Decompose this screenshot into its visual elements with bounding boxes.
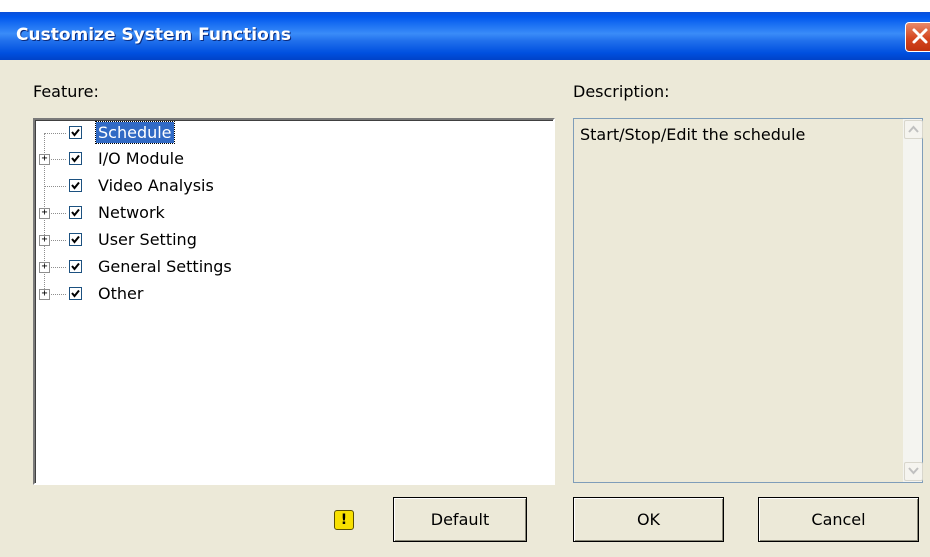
tree-item-label: User Setting — [98, 230, 197, 249]
scroll-down-button[interactable] — [904, 462, 923, 481]
ok-button[interactable]: OK — [573, 497, 724, 542]
chevron-up-icon — [908, 125, 919, 133]
plus-icon: + — [41, 234, 48, 245]
warning-icon: ! — [334, 510, 354, 530]
checkmark-icon — [71, 235, 80, 244]
checkmark-icon — [71, 289, 80, 298]
tree-item-label: Network — [98, 203, 165, 222]
tree-item-schedule[interactable]: Schedule — [35, 120, 553, 146]
schedule-checkbox[interactable] — [69, 126, 82, 139]
scroll-up-button[interactable] — [904, 120, 923, 139]
tree-item-network[interactable]: + Network — [35, 200, 553, 226]
checkmark-icon — [71, 181, 80, 190]
customize-dialog: Customize System Functions Feature: Desc… — [0, 12, 930, 557]
checkmark-icon — [71, 208, 80, 217]
io-module-checkbox[interactable] — [69, 152, 82, 165]
window-title: Customize System Functions — [16, 25, 292, 45]
tree-item-general-settings[interactable]: + General Settings — [35, 254, 553, 280]
cancel-button-label: Cancel — [811, 510, 866, 529]
general-settings-checkbox[interactable] — [69, 260, 82, 273]
user-setting-checkbox[interactable] — [69, 233, 82, 246]
expand-button[interactable]: + — [39, 208, 50, 219]
other-checkbox[interactable] — [69, 287, 82, 300]
tree-item-label: Other — [98, 284, 144, 303]
plus-icon: + — [41, 261, 48, 272]
cancel-button[interactable]: Cancel — [758, 497, 919, 542]
checkmark-icon — [71, 262, 80, 271]
feature-label: Feature: — [33, 82, 99, 101]
tree-item-user-setting[interactable]: + User Setting — [35, 227, 553, 253]
description-scrollbar[interactable] — [903, 119, 923, 482]
title-bar[interactable]: Customize System Functions — [0, 12, 930, 60]
plus-icon: + — [41, 153, 48, 164]
description-label: Description: — [573, 82, 670, 101]
tree-item-label: General Settings — [98, 257, 232, 276]
description-text: Start/Stop/Edit the schedule — [580, 125, 806, 144]
network-checkbox[interactable] — [69, 206, 82, 219]
video-analysis-checkbox[interactable] — [69, 179, 82, 192]
tree-item-io-module[interactable]: + I/O Module — [35, 146, 553, 172]
tree-item-label: I/O Module — [98, 149, 184, 168]
default-button[interactable]: Default — [393, 497, 527, 542]
checkmark-icon — [71, 128, 80, 137]
tree-item-label: Video Analysis — [98, 176, 214, 195]
tree-item-label: Schedule — [95, 121, 175, 144]
close-icon — [912, 28, 928, 44]
plus-icon: + — [41, 207, 48, 218]
chevron-down-icon — [908, 467, 919, 475]
close-button[interactable] — [905, 22, 930, 52]
feature-tree[interactable]: Schedule + I/O Module Video Analysis + N… — [33, 118, 555, 485]
tree-item-video-analysis[interactable]: Video Analysis — [35, 173, 553, 199]
expand-button[interactable]: + — [39, 262, 50, 273]
expand-button[interactable]: + — [39, 154, 50, 165]
plus-icon: + — [41, 288, 48, 299]
checkmark-icon — [71, 154, 80, 163]
ok-button-label: OK — [636, 510, 661, 529]
description-box[interactable]: Start/Stop/Edit the schedule — [573, 118, 923, 483]
expand-button[interactable]: + — [39, 289, 50, 300]
tree-item-other[interactable]: + Other — [35, 281, 553, 307]
default-button-label: Default — [430, 510, 490, 529]
expand-button[interactable]: + — [39, 235, 50, 246]
